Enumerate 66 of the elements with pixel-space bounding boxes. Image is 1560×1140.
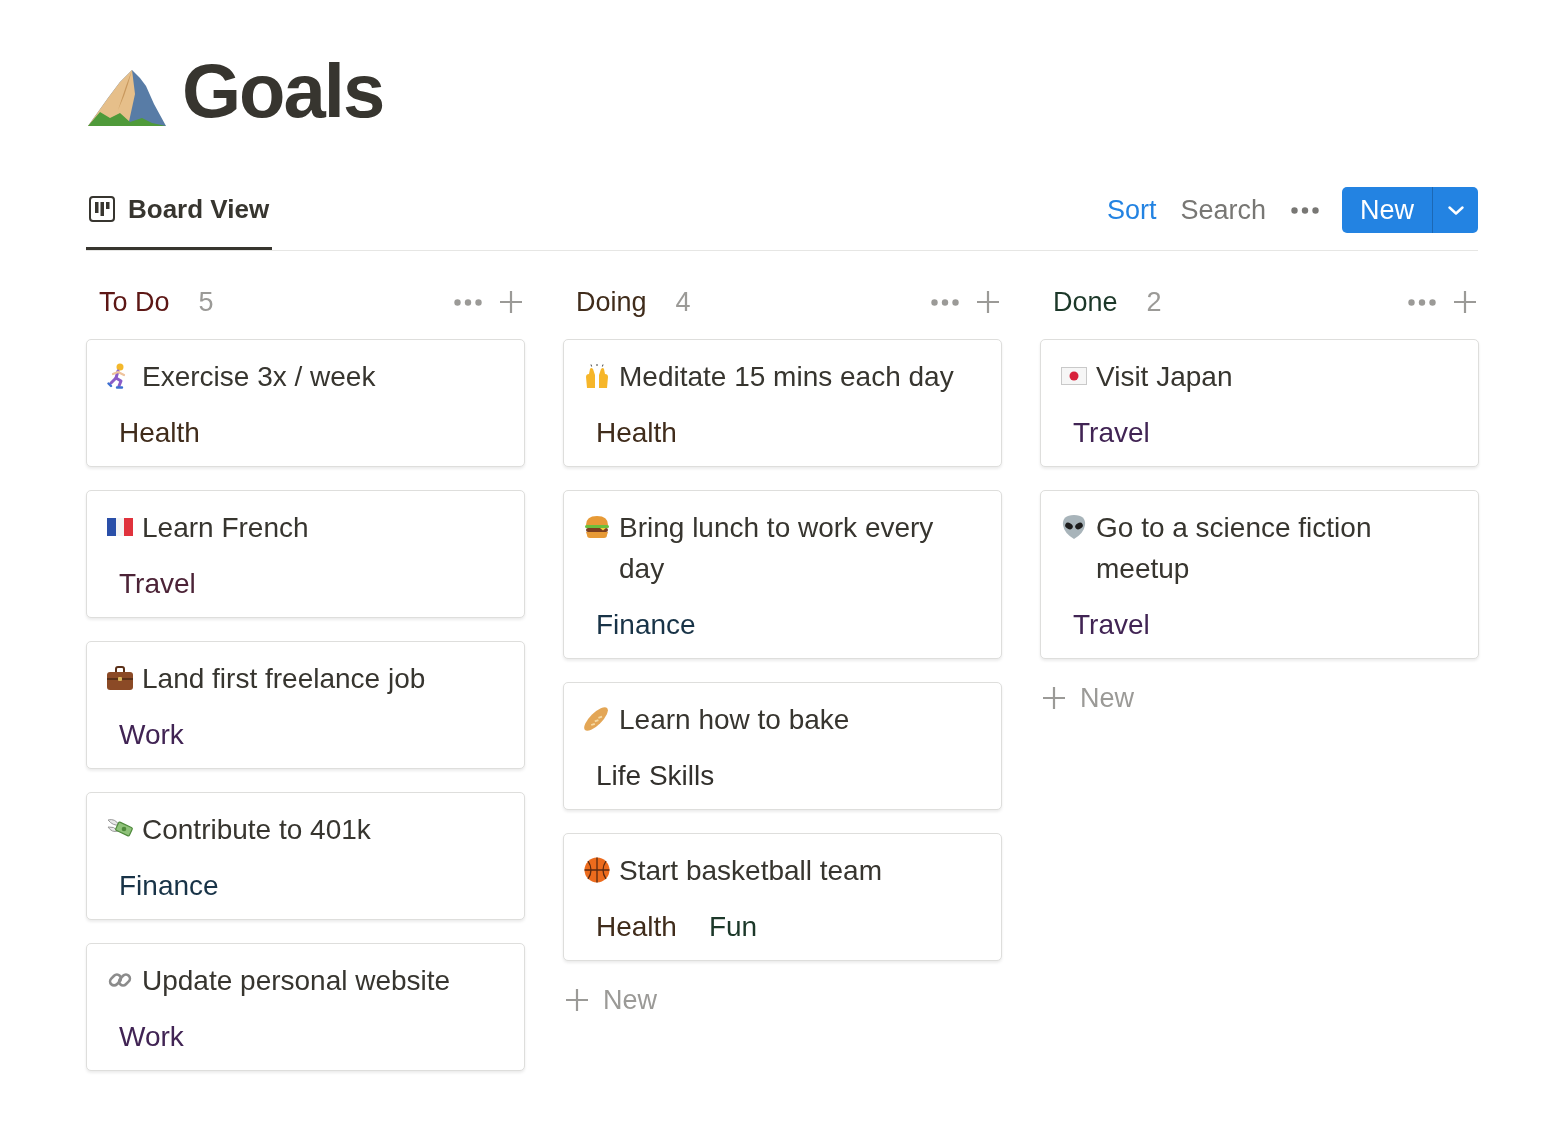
sort-button[interactable]: Sort xyxy=(1101,190,1162,230)
plus-icon xyxy=(975,290,1000,314)
column-title: To Do xyxy=(98,286,171,318)
more-icon xyxy=(1291,206,1319,214)
search-button[interactable]: Search xyxy=(1175,190,1271,230)
briefcase-icon xyxy=(107,666,133,690)
card-title: Land first freelance job xyxy=(142,662,426,696)
plus-icon xyxy=(1042,686,1066,710)
card-title: Exercise 3x / week xyxy=(142,360,376,394)
baguette-icon xyxy=(584,707,608,731)
card-title: Learn French xyxy=(142,511,309,545)
category-label: Fun xyxy=(707,910,759,944)
card-count: 5 xyxy=(198,286,214,318)
view-tab[interactable]: Board View xyxy=(86,187,273,250)
category-label: Work xyxy=(118,718,185,752)
column-title: Done xyxy=(1052,286,1119,318)
chevron-down-icon xyxy=(1447,205,1464,215)
goal-card[interactable]: Land first freelance job Work xyxy=(86,641,525,769)
category-label: Work xyxy=(118,1020,185,1054)
card-title: Start basketball team xyxy=(619,854,883,888)
more-icon xyxy=(454,298,482,306)
board-icon xyxy=(89,196,115,222)
category-label: Health xyxy=(595,416,678,450)
card-title: Visit Japan xyxy=(1096,360,1233,394)
category-label: Finance xyxy=(595,608,697,642)
goal-card[interactable]: Learn French Travel xyxy=(86,490,525,618)
column-title: Doing xyxy=(575,286,648,318)
card-title: Meditate 15 mins each day xyxy=(619,360,954,394)
plus-icon xyxy=(1452,290,1477,314)
category-label: Health xyxy=(118,416,201,450)
category-label: Life Skills xyxy=(595,759,716,793)
basketball-icon xyxy=(584,857,610,883)
more-icon xyxy=(931,298,959,306)
link-icon xyxy=(107,971,133,989)
page-title: Goals xyxy=(182,53,384,129)
card-title: Update personal website xyxy=(142,964,451,998)
new-button[interactable]: New xyxy=(1342,187,1432,233)
raised-hands-icon xyxy=(584,364,610,388)
card-count: 4 xyxy=(675,286,691,318)
goal-card[interactable]: Go to a science fiction meetup Travel xyxy=(1040,490,1479,659)
goal-card[interactable]: Start basketball team Health Fun xyxy=(563,833,1002,961)
goal-card[interactable]: Visit Japan Travel xyxy=(1040,339,1479,467)
more-icon xyxy=(1408,298,1436,306)
france-flag-icon xyxy=(107,518,133,536)
category-label: Finance xyxy=(118,869,220,903)
plus-icon xyxy=(565,988,589,1012)
card-title: Learn how to bake xyxy=(619,703,850,737)
category-label: Travel xyxy=(118,567,197,601)
goal-card[interactable]: Exercise 3x / week Health xyxy=(86,339,525,467)
new-options-button[interactable] xyxy=(1432,187,1478,233)
category-label: Health xyxy=(595,910,678,944)
goal-card[interactable]: Update personal website Work xyxy=(86,943,525,1071)
japan-flag-icon xyxy=(1061,367,1087,385)
goal-card[interactable]: Learn how to bake Life Skills xyxy=(563,682,1002,810)
goal-card[interactable]: Meditate 15 mins each day Health xyxy=(563,339,1002,467)
plus-icon xyxy=(498,290,523,314)
card-count: 2 xyxy=(1146,286,1162,318)
burger-icon xyxy=(584,515,610,539)
card-title: Bring lunch to work every day xyxy=(619,511,935,586)
category-label: Travel xyxy=(1072,608,1151,642)
card-title: Go to a science fiction meetup xyxy=(1096,511,1373,586)
category-label: Travel xyxy=(1072,416,1151,450)
alien-icon xyxy=(1061,514,1087,540)
card-title: Contribute to 401k xyxy=(142,813,371,847)
goal-card[interactable]: Contribute to 401k Finance xyxy=(86,792,525,920)
goal-card[interactable]: Bring lunch to work every day Finance xyxy=(563,490,1002,659)
